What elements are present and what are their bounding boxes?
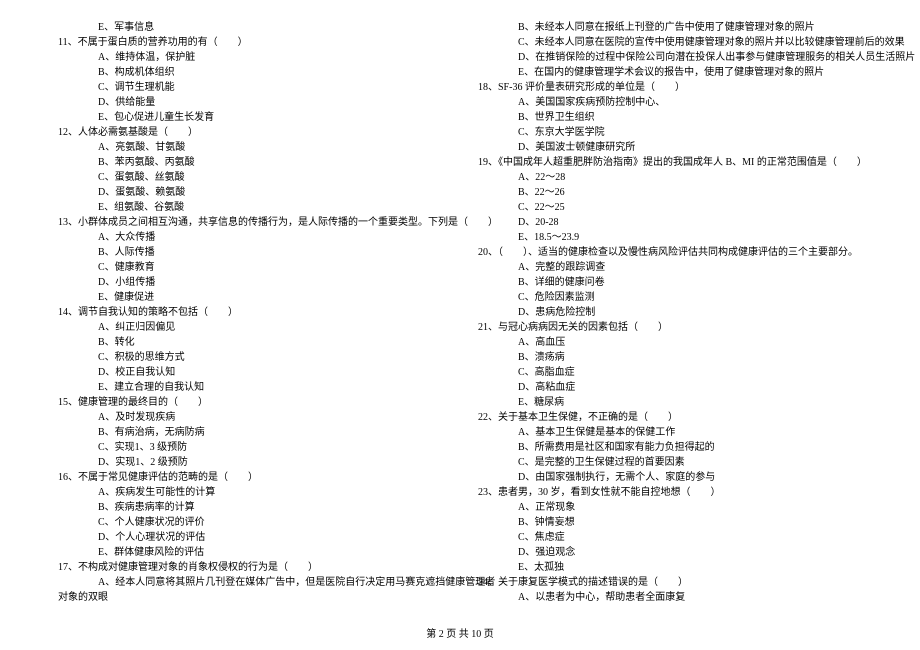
- question-16: 16、不属于常见健康评估的范畴的是（ ）: [50, 470, 450, 485]
- option-text: A、经本人同意将其照片几刊登在媒体广告中，但是医院自行决定用马赛克遮挡健康管理者: [50, 575, 450, 590]
- option-text: D、在推销保险的过程中保险公司向潜在投保人出事参与健康管理服务的相关人员生活照片: [470, 50, 870, 65]
- option-text: A、维持体温，保护脏: [50, 50, 450, 65]
- option-text: C、调节生理机能: [50, 80, 450, 95]
- option-text: B、世界卫生组织: [470, 110, 870, 125]
- option-text: D、患病危险控制: [470, 305, 870, 320]
- question-21: 21、与冠心病病因无关的因素包括（ ）: [470, 320, 870, 335]
- option-text: D、校正自我认知: [50, 365, 450, 380]
- option-text: E、在国内的健康管理学术会议的报告中，使用了健康管理对象的照片: [470, 65, 870, 80]
- option-text: A、以患者为中心，帮助患者全面康复: [470, 590, 870, 605]
- option-text: C、是完整的卫生保健过程的首要因素: [470, 455, 870, 470]
- option-text: C、个人健康状况的评价: [50, 515, 450, 530]
- option-text: A、完整的跟踪调查: [470, 260, 870, 275]
- right-column: B、未经本人同意在报纸上刊登的广告中使用了健康管理对象的照片 C、未经本人同意在…: [460, 20, 880, 620]
- option-text: D、高粘血症: [470, 380, 870, 395]
- option-text: B、22～26: [470, 185, 870, 200]
- option-text: A、美国国家疾病预防控制中心、: [470, 95, 870, 110]
- option-text: C、未经本人同意在医院的宣传中使用健康管理对象的照片并以比较健康管理前后的效果: [470, 35, 870, 50]
- option-text: B、有病治病，无病防病: [50, 425, 450, 440]
- question-13: 13、小群体成员之间相互沟通，共享信息的传播行为，是人际传播的一个重要类型。下列…: [50, 215, 450, 230]
- page-footer: 第 2 页 共 10 页: [0, 620, 920, 640]
- document-page: E、军事信息 11、不属于蛋白质的营养功用的有（ ） A、维持体温，保护脏 B、…: [0, 0, 920, 620]
- option-text: A、疾病发生可能性的计算: [50, 485, 450, 500]
- option-text: B、构成机体组织: [50, 65, 450, 80]
- option-text: A、纠正归因偏见: [50, 320, 450, 335]
- option-text: C、健康教育: [50, 260, 450, 275]
- question-12: 12、人体必需氨基酸是（ ）: [50, 125, 450, 140]
- option-text: C、危险因素监测: [470, 290, 870, 305]
- option-text: D、强迫观念: [470, 545, 870, 560]
- option-text: B、转化: [50, 335, 450, 350]
- option-text: E、建立合理的自我认知: [50, 380, 450, 395]
- option-text: D、供给能量: [50, 95, 450, 110]
- option-text: A、基本卫生保健是基本的保健工作: [470, 425, 870, 440]
- option-text: D、蛋氨酸、赖氨酸: [50, 185, 450, 200]
- option-text: D、由国家强制执行，无需个人、家庭的参与: [470, 470, 870, 485]
- option-text: E、群体健康风险的评估: [50, 545, 450, 560]
- option-text: C、22～25: [470, 200, 870, 215]
- option-text: B、溃疡病: [470, 350, 870, 365]
- option-text: E、太孤独: [470, 560, 870, 575]
- question-18: 18、SF-36 评价量表研究形成的单位是（ ）: [470, 80, 870, 95]
- option-text: E、糖尿病: [470, 395, 870, 410]
- option-text: C、高脂血症: [470, 365, 870, 380]
- option-text: B、疾病患病率的计算: [50, 500, 450, 515]
- option-text: E、健康促进: [50, 290, 450, 305]
- option-text: E、组氨酸、谷氨酸: [50, 200, 450, 215]
- question-continuation: 对象的双眼: [50, 590, 450, 605]
- question-11: 11、不属于蛋白质的营养功用的有（ ）: [50, 35, 450, 50]
- left-column: E、军事信息 11、不属于蛋白质的营养功用的有（ ） A、维持体温，保护脏 B、…: [40, 20, 460, 620]
- option-text: B、人际传播: [50, 245, 450, 260]
- option-text: C、实现1、3 级预防: [50, 440, 450, 455]
- question-19: 19、《中国成年人超重肥胖防治指南》提出的我国成年人 B、MI 的正常范围值是（…: [470, 155, 870, 170]
- option-text: B、详细的健康问卷: [470, 275, 870, 290]
- question-20: 20、（ ）、适当的健康检查以及慢性病风险评估共同构成健康评估的三个主要部分。: [470, 245, 870, 260]
- option-text: A、及时发现疾病: [50, 410, 450, 425]
- question-22: 22、关于基本卫生保健，不正确的是（ ）: [470, 410, 870, 425]
- option-text: B、钟情妄想: [470, 515, 870, 530]
- option-text: B、苯丙氨酸、丙氨酸: [50, 155, 450, 170]
- option-text: A、高血压: [470, 335, 870, 350]
- option-text: E、18.5～23.9: [470, 230, 870, 245]
- question-14: 14、调节自我认知的策略不包括（ ）: [50, 305, 450, 320]
- question-24: 24、关于康复医学模式的描述错误的是（ ）: [470, 575, 870, 590]
- option-text: C、焦虑症: [470, 530, 870, 545]
- question-23: 23、患者男，30 岁，看到女性就不能自控地想（ ）: [470, 485, 870, 500]
- question-17: 17、不构成对健康管理对象的肖象权侵权的行为是（ ）: [50, 560, 450, 575]
- option-text: B、所需费用是社区和国家有能力负担得起的: [470, 440, 870, 455]
- option-text: D、美国波士顿健康研究所: [470, 140, 870, 155]
- option-text: D、20-28: [470, 215, 870, 230]
- option-text: C、蛋氨酸、丝氨酸: [50, 170, 450, 185]
- option-text: D、小组传播: [50, 275, 450, 290]
- option-text: E、包心促进儿童生长发育: [50, 110, 450, 125]
- option-text: E、军事信息: [50, 20, 450, 35]
- option-text: C、积极的思维方式: [50, 350, 450, 365]
- question-15: 15、健康管理的最终目的（ ）: [50, 395, 450, 410]
- option-text: A、亮氨酸、甘氨酸: [50, 140, 450, 155]
- option-text: B、未经本人同意在报纸上刊登的广告中使用了健康管理对象的照片: [470, 20, 870, 35]
- option-text: A、正常现象: [470, 500, 870, 515]
- option-text: A、大众传播: [50, 230, 450, 245]
- option-text: A、22～28: [470, 170, 870, 185]
- option-text: C、东京大学医学院: [470, 125, 870, 140]
- option-text: D、个人心理状况的评估: [50, 530, 450, 545]
- option-text: D、实现1、2 级预防: [50, 455, 450, 470]
